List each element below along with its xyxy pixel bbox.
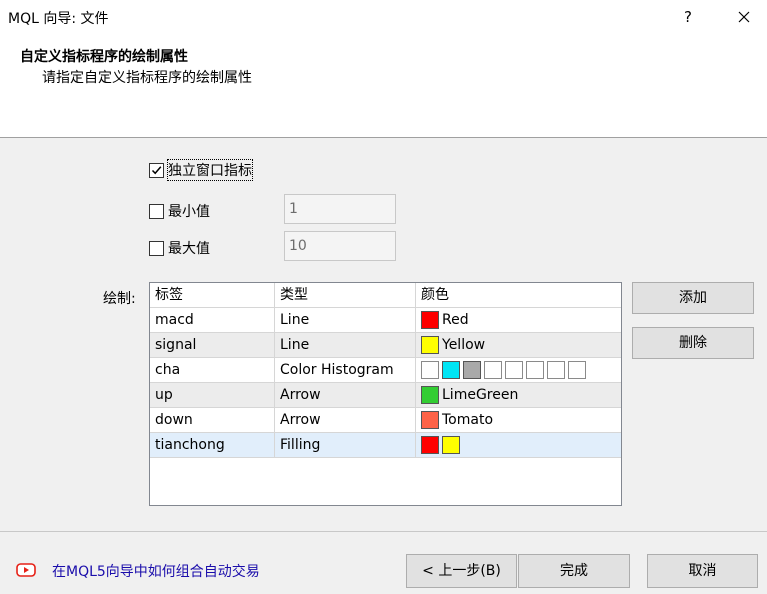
maximum-label: 最大值 xyxy=(168,241,210,257)
maximum-checkbox[interactable]: 最大值 xyxy=(149,238,210,258)
footer-divider xyxy=(0,531,767,532)
help-button[interactable]: ? xyxy=(676,4,700,30)
plot-color-cell[interactable] xyxy=(416,358,621,383)
checkbox-box[interactable] xyxy=(149,203,164,219)
color-swatch[interactable] xyxy=(505,361,523,379)
finish-button[interactable]: 完成 xyxy=(518,554,630,588)
color-swatch[interactable] xyxy=(463,361,481,379)
color-swatch[interactable] xyxy=(421,361,439,379)
plot-label-cell[interactable]: tianchong xyxy=(150,432,275,458)
plots-label: 绘制: xyxy=(103,291,136,307)
plot-type-cell[interactable]: Line xyxy=(275,332,416,358)
window-title: MQL 向导: 文件 xyxy=(8,11,109,27)
color-swatch[interactable] xyxy=(442,436,460,454)
plots-table[interactable]: 标签 类型 颜色 macd Line Red signal Line Yellow cha C… xyxy=(149,282,622,506)
table-row[interactable]: signal Line Yellow xyxy=(150,332,621,358)
delete-button[interactable]: 删除 xyxy=(632,327,754,359)
video-icon[interactable] xyxy=(16,562,36,582)
column-header-color[interactable]: 颜色 xyxy=(416,283,621,308)
help-video-link[interactable]: 在MQL5向导中如何组合自动交易 xyxy=(52,561,260,581)
color-swatch[interactable] xyxy=(547,361,565,379)
checkbox-box[interactable] xyxy=(149,162,164,178)
close-icon xyxy=(738,11,750,23)
plot-label-cell[interactable]: macd xyxy=(150,307,275,333)
plot-color-cell[interactable]: Yellow xyxy=(416,333,621,358)
color-swatch[interactable] xyxy=(421,336,439,354)
color-swatch[interactable] xyxy=(484,361,502,379)
plot-color-cell[interactable] xyxy=(416,433,621,458)
column-header-label[interactable]: 标签 xyxy=(150,282,275,308)
separate-window-label: 独立窗口指标 xyxy=(167,159,253,181)
minimum-label: 最小值 xyxy=(168,204,210,220)
color-swatch[interactable] xyxy=(421,386,439,404)
plot-type-cell[interactable]: Line xyxy=(275,307,416,333)
plot-color-cell[interactable]: LimeGreen xyxy=(416,383,621,408)
plot-type-cell[interactable]: Arrow xyxy=(275,382,416,408)
plot-label-cell[interactable]: signal xyxy=(150,332,275,358)
plot-label-cell[interactable]: cha xyxy=(150,357,275,383)
separate-window-checkbox[interactable]: 独立窗口指标 xyxy=(149,159,253,181)
color-name: Red xyxy=(442,311,469,328)
table-row[interactable]: down Arrow Tomato xyxy=(150,407,621,433)
color-name: LimeGreen xyxy=(442,386,519,403)
page-subtitle: 请指定自定义指标程序的绘制属性 xyxy=(42,70,252,86)
color-swatch[interactable] xyxy=(568,361,586,379)
plot-color-cell[interactable]: Red xyxy=(416,308,621,333)
page-title: 自定义指标程序的绘制属性 xyxy=(20,49,188,65)
color-swatch[interactable] xyxy=(526,361,544,379)
color-swatch[interactable] xyxy=(442,361,460,379)
table-row[interactable]: up Arrow LimeGreen xyxy=(150,382,621,408)
plot-label-cell[interactable]: down xyxy=(150,407,275,433)
title-bar: MQL 向导: 文件 ? xyxy=(0,0,767,34)
plot-type-cell[interactable]: Color Histogram xyxy=(275,357,416,383)
plot-type-cell[interactable]: Arrow xyxy=(275,407,416,433)
plot-label-cell[interactable]: up xyxy=(150,382,275,408)
table-row[interactable]: cha Color Histogram xyxy=(150,357,621,383)
table-header: 标签 类型 颜色 xyxy=(150,282,621,308)
color-name: Yellow xyxy=(442,336,486,353)
table-row[interactable]: macd Line Red xyxy=(150,307,621,333)
column-header-type[interactable]: 类型 xyxy=(275,282,416,308)
color-swatch[interactable] xyxy=(421,311,439,329)
color-swatch[interactable] xyxy=(421,436,439,454)
minimum-input[interactable]: 1 xyxy=(284,194,396,224)
cancel-button[interactable]: 取消 xyxy=(647,554,758,588)
color-swatch[interactable] xyxy=(421,411,439,429)
minimum-checkbox[interactable]: 最小值 xyxy=(149,201,210,221)
checkmark-icon xyxy=(151,165,162,174)
color-name: Tomato xyxy=(442,411,494,428)
plot-color-cell[interactable]: Tomato xyxy=(416,408,621,433)
wizard-header: 自定义指标程序的绘制属性 请指定自定义指标程序的绘制属性 xyxy=(0,34,767,138)
plot-type-cell[interactable]: Filling xyxy=(275,432,416,458)
add-button[interactable]: 添加 xyxy=(632,282,754,314)
maximum-input[interactable]: 10 xyxy=(284,231,396,261)
back-button[interactable]: < 上一步(B) xyxy=(406,554,517,588)
checkbox-box[interactable] xyxy=(149,240,164,256)
table-row[interactable]: tianchong Filling xyxy=(150,432,621,458)
close-button[interactable] xyxy=(731,4,757,30)
